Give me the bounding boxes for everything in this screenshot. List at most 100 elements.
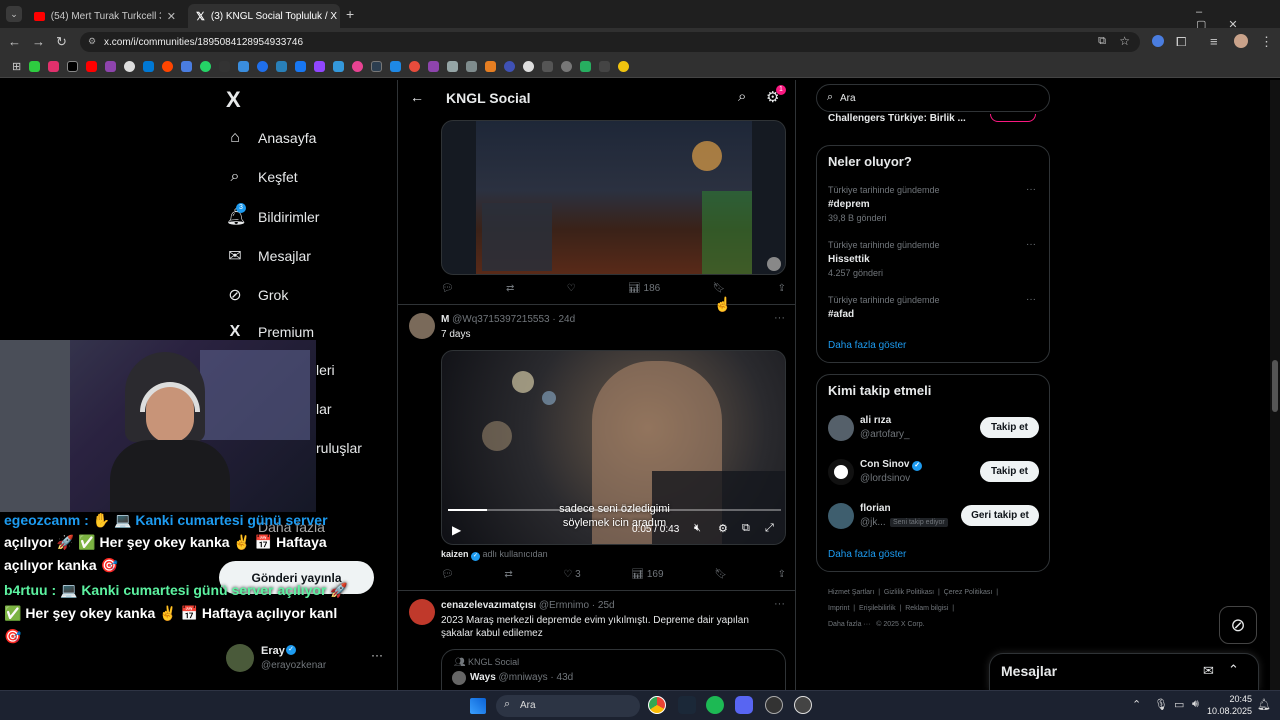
share-icon[interactable]: ⇪ [778, 569, 786, 580]
post-age[interactable]: 24d [558, 314, 575, 325]
picture-in-picture-icon[interactable]: ⧉ [742, 522, 750, 535]
footer-more-link[interactable]: Daha fazla ··· [828, 621, 870, 628]
url-field[interactable]: ⚙ x.com/i/communities/189508412895493374… [80, 32, 1140, 52]
top-card-button[interactable] [990, 114, 1036, 122]
tab-youtube[interactable]: (54) Mert Turak Turkcell 3G İşte ✕ [26, 4, 184, 28]
avatar[interactable] [409, 599, 435, 625]
display-icon[interactable]: ▭ [1174, 698, 1184, 711]
bookmark-icon[interactable] [371, 61, 383, 72]
whatsapp-icon[interactable] [200, 61, 212, 72]
instagram-icon[interactable] [48, 61, 60, 72]
clock-date[interactable]: 10.08.2025 [1206, 706, 1252, 716]
outlook-icon[interactable] [143, 61, 155, 72]
messages-drawer[interactable]: Mesajlar ✉ ⌃ [989, 653, 1259, 690]
like-button[interactable]: ♡ 3 [563, 569, 580, 580]
tab-list-button[interactable]: ⌄ [6, 6, 22, 22]
tray-expand-icon[interactable]: ⌃ [1132, 698, 1141, 711]
fullscreen-icon[interactable]: ⤢ [765, 522, 774, 535]
sidebar-item-home[interactable]: ⌂ Anasayfa [226, 129, 316, 147]
close-tab-icon[interactable]: ✕ [167, 10, 176, 23]
repost-icon[interactable]: ⇄ [506, 283, 514, 294]
follow-button[interactable]: Takip et [980, 461, 1039, 482]
author-handle[interactable]: @Wq3715397215553 [452, 314, 549, 325]
sidebar-item-communities[interactable]: ruluşlar [316, 440, 362, 456]
account-switcher[interactable]: Eray ✓ @erayozkenar ··· [226, 642, 386, 678]
reload-icon[interactable]: ↻ [56, 34, 67, 50]
trend-item[interactable]: Türkiye tarihinde gündemde Hissettik 4.2… [817, 237, 1049, 285]
install-icon[interactable]: ⧉ [1098, 35, 1106, 48]
post-video-player[interactable]: sadece seni özledigimi söylemek icin ara… [441, 350, 786, 545]
account-menu-icon[interactable]: ··· [371, 648, 383, 662]
footer-link[interactable]: Çerez Politikası [944, 589, 993, 596]
search-input[interactable]: ⌕ Ara [816, 84, 1050, 112]
site-info-icon[interactable]: ⚙ [88, 36, 96, 47]
repost-icon[interactable]: ⇄ [504, 569, 512, 580]
bookmark-icon[interactable] [276, 61, 288, 72]
youtube-icon[interactable] [86, 61, 98, 72]
share-icon[interactable]: ⇪ [778, 283, 786, 294]
bookmark-icon[interactable] [599, 61, 611, 72]
avatar[interactable] [409, 313, 435, 339]
bookmark-icon[interactable] [352, 61, 364, 72]
bookmark-icon[interactable] [181, 61, 193, 72]
media-player-icon[interactable] [794, 696, 812, 714]
github-icon[interactable] [124, 61, 136, 72]
volume-icon[interactable]: 🔊︎ [1192, 698, 1199, 711]
follow-suggestion[interactable]: florian @jk... Seni takip ediyor Geri ta… [817, 499, 1049, 535]
bookmark-icon[interactable] [523, 61, 535, 72]
forward-icon[interactable]: → [32, 34, 45, 49]
browser-menu-icon[interactable]: ⋮ [1260, 34, 1273, 50]
profile-avatar-icon[interactable] [1234, 34, 1248, 48]
chrome-icon[interactable] [648, 696, 666, 714]
back-arrow-icon[interactable]: ← [410, 89, 424, 105]
bookmark-icon[interactable] [542, 61, 554, 72]
trend-more-icon[interactable]: ··· [1026, 239, 1036, 250]
clock-time[interactable]: 20:45 [1214, 694, 1252, 704]
bookmark-icon[interactable] [428, 61, 440, 72]
tab-x-community[interactable]: 𝕏 (3) KNGL Social Topluluk / X ✕ [188, 4, 340, 28]
author-name[interactable]: cenazelevazımatçısı [441, 600, 536, 611]
x-icon[interactable] [67, 61, 79, 72]
bookmark-icon[interactable] [485, 61, 497, 72]
footer-link[interactable]: Hizmet Şartları [828, 589, 874, 596]
sidebar-item-notifications[interactable]: 🔔︎ 3 Bildirimler [226, 203, 319, 227]
source-name[interactable]: kaizen [441, 549, 469, 559]
spotify-icon[interactable] [706, 696, 724, 714]
follow-back-button[interactable]: Geri takip et [961, 505, 1039, 526]
scrollbar-thumb[interactable] [1272, 360, 1278, 412]
sidebar-item-partial[interactable]: lar [316, 401, 332, 417]
reply-icon[interactable]: 💬︎ [441, 283, 454, 294]
bookmark-icon[interactable] [618, 61, 630, 72]
extension-icon[interactable] [1152, 35, 1164, 47]
post-more-icon[interactable]: ··· [774, 312, 785, 324]
bookmark-icon[interactable] [561, 61, 573, 72]
mute-icon[interactable]: 🔇︎ [694, 522, 701, 535]
post-age[interactable]: 25d [598, 600, 615, 611]
expand-drawer-icon[interactable]: ⌃ [1228, 662, 1239, 678]
play-icon[interactable]: ▶ [452, 523, 461, 537]
video-settings-icon[interactable]: ⚙ [718, 522, 728, 535]
facebook-icon[interactable] [295, 61, 307, 72]
discord-icon[interactable] [735, 696, 753, 714]
bookmark-icon[interactable] [466, 61, 478, 72]
steam-icon[interactable] [678, 696, 696, 714]
extensions-puzzle-icon[interactable]: ⧠ [1176, 34, 1186, 50]
follow-suggestion[interactable]: Con Sinov ✓ @lordsinov Takip et [817, 455, 1049, 491]
sidebar-item-partial[interactable]: leri [316, 362, 335, 378]
bookmark-icon[interactable] [333, 61, 345, 72]
bookmark-icon[interactable] [504, 61, 516, 72]
views-button[interactable]: 📊︎ 169 [631, 569, 663, 580]
top-card-text[interactable]: Challengers Türkiye: Birlik ... [828, 113, 966, 124]
bookmark-icon[interactable] [29, 61, 41, 72]
author-name[interactable]: M [441, 314, 449, 325]
sidebar-item-explore[interactable]: ⌕ Keşfet [226, 168, 298, 186]
windows-start-icon[interactable] [470, 698, 486, 714]
post-media-image[interactable] [441, 120, 786, 275]
microphone-icon[interactable]: 🎙︎ [1154, 698, 1168, 711]
bookmark-icon[interactable] [409, 61, 421, 72]
x-home-logo[interactable]: X [226, 87, 241, 113]
reply-icon[interactable]: 💬︎ [441, 569, 454, 580]
follow-suggestion[interactable]: ali rıza @artofary_ Takip et [817, 411, 1049, 447]
media-control-icon[interactable]: ≡ [1210, 34, 1218, 49]
bookmark-icon[interactable] [238, 61, 250, 72]
